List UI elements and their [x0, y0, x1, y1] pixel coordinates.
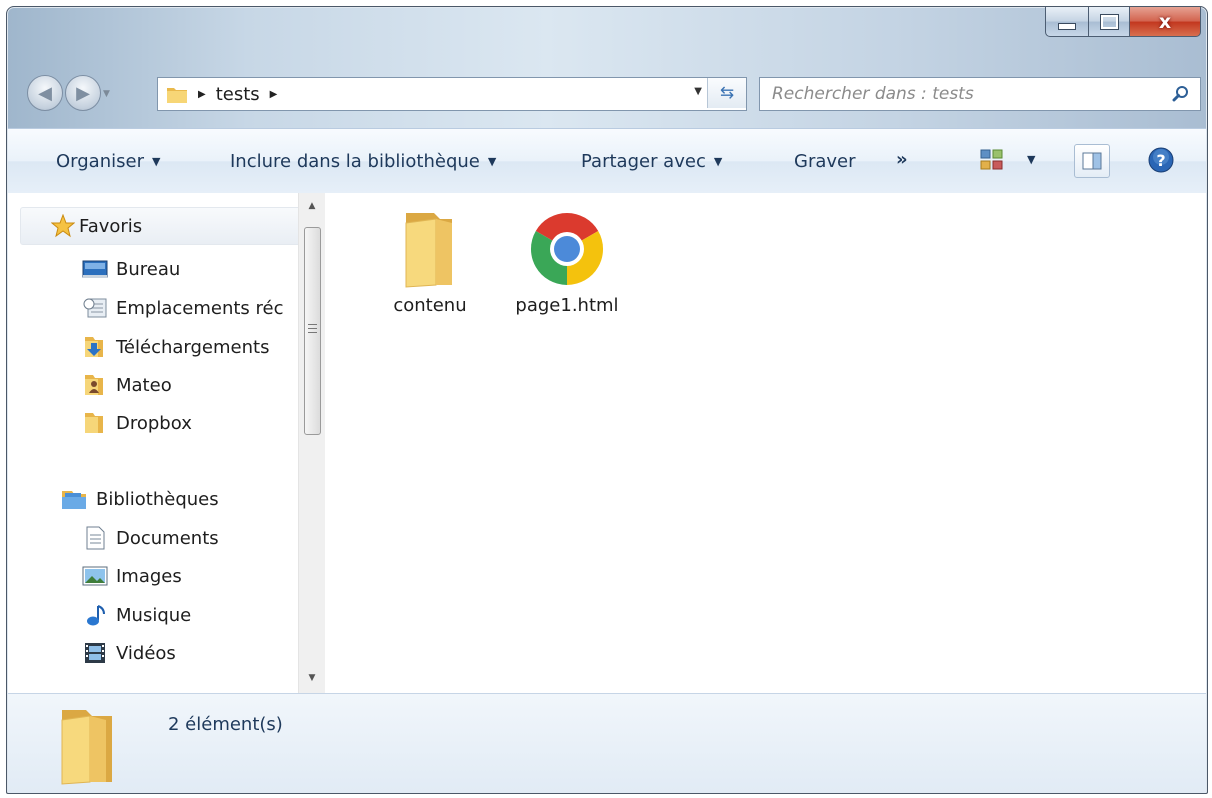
recent-places-icon — [83, 298, 107, 318]
libraries-icon — [62, 491, 86, 509]
sidebar-item-label: Vidéos — [116, 642, 176, 664]
scrollbar-thumb[interactable] — [304, 227, 321, 435]
chevron-down-icon: ▼ — [487, 155, 497, 168]
file-name: page1.html — [515, 295, 619, 316]
include-label: Inclure dans la bibliothèque — [230, 151, 480, 172]
sidebar-item-telechargements[interactable]: Téléchargements — [82, 335, 269, 359]
file-list-area[interactable]: contenu page1.html — [325, 193, 1206, 693]
file-item-html[interactable]: page1.html — [512, 209, 622, 316]
change-view-icon[interactable] — [980, 149, 1004, 171]
images-icon — [82, 566, 108, 586]
forward-arrow-icon: ▶ — [76, 82, 90, 104]
organize-label: Organiser — [56, 151, 144, 172]
sidebar-item-label: Bureau — [116, 259, 181, 280]
caption-buttons: x — [1045, 7, 1201, 37]
navigation-row: ◀ ▶ ▼ ▶ tests ▶ ▼ ⇆ Rechercher dans : te… — [7, 75, 1207, 111]
include-in-library-menu[interactable]: Inclure dans la bibliothèque ▼ — [230, 151, 496, 172]
sidebar-item-label: Dropbox — [116, 412, 192, 434]
sidebar-item-images[interactable]: Images — [82, 565, 182, 587]
folder-icon — [405, 213, 452, 288]
more-commands-button[interactable]: » — [896, 149, 908, 170]
videos-icon — [85, 643, 105, 663]
sidebar-item-label: Images — [116, 565, 182, 587]
burn-button[interactable]: Graver — [794, 151, 856, 172]
chevron-down-icon: ▼ — [713, 155, 723, 168]
help-icon[interactable]: ? — [1148, 147, 1174, 173]
item-count: 2 élément(s) — [168, 714, 283, 735]
maximize-button[interactable] — [1089, 7, 1130, 37]
search-box[interactable]: Rechercher dans : tests — [759, 77, 1201, 111]
downloads-folder-icon — [85, 337, 103, 357]
breadcrumb-tests[interactable]: tests — [216, 84, 260, 105]
recent-pages-button[interactable]: ▼ — [103, 89, 110, 99]
refresh-icon: ⇆ — [719, 83, 735, 103]
scroll-up-arrow-icon[interactable]: ▲ — [299, 201, 325, 211]
close-button[interactable]: x — [1130, 7, 1201, 37]
sidebar-item-dropbox[interactable]: Dropbox — [82, 411, 192, 435]
refresh-button[interactable]: ⇆ — [707, 78, 746, 108]
grip-icon — [308, 324, 317, 336]
chrome-icon — [530, 212, 604, 285]
user-folder-icon — [85, 375, 103, 395]
navigation-pane: Favoris Bureau Emplacements réc Téléchar… — [8, 193, 325, 693]
sidebar-favorites-header[interactable]: Favoris — [20, 207, 302, 245]
sidebar-item-label: Mateo — [116, 374, 172, 396]
svg-text:?: ? — [1156, 151, 1165, 170]
folder-icon — [61, 710, 112, 785]
folder-icon — [85, 413, 103, 433]
sidebar-libraries-header[interactable]: Bibliothèques — [60, 487, 219, 511]
minimize-icon — [1058, 23, 1076, 30]
sidebar-item-label: Musique — [116, 604, 192, 626]
file-name: contenu — [393, 295, 467, 316]
scroll-down-arrow-icon[interactable]: ▼ — [299, 673, 325, 683]
share-label: Partager avec — [581, 151, 706, 172]
preview-pane-icon — [1082, 152, 1102, 170]
sidebar-item-label: Favoris — [79, 215, 143, 237]
sidebar-item-documents[interactable]: Documents — [82, 526, 219, 550]
sidebar-item-musique[interactable]: Musique — [82, 603, 191, 627]
view-options-dropdown-icon[interactable]: ▼ — [1027, 153, 1035, 166]
desktop-icon — [82, 260, 108, 278]
command-bar: Organiser ▼ Inclure dans la bibliothèque ▼… — [8, 128, 1206, 194]
close-icon: x — [1158, 10, 1172, 33]
sidebar-item-label: Documents — [116, 527, 219, 549]
breadcrumb-chevron-icon[interactable]: ▶ — [270, 89, 278, 100]
sidebar-item-label: Bibliothèques — [96, 488, 219, 510]
preview-pane-button[interactable] — [1074, 144, 1110, 178]
forward-button[interactable]: ▶ — [65, 75, 101, 111]
sidebar-item-bureau[interactable]: Bureau — [82, 259, 180, 280]
sidebar-item-label: Téléchargements — [116, 336, 270, 358]
music-icon — [87, 605, 105, 626]
share-with-menu[interactable]: Partager avec ▼ — [581, 151, 722, 172]
sidebar-item-mateo[interactable]: Mateo — [82, 373, 172, 397]
sidebar-item-videos[interactable]: Vidéos — [82, 641, 176, 665]
search-input[interactable]: Rechercher dans : tests — [772, 84, 974, 104]
maximize-icon — [1099, 13, 1119, 30]
title-bar[interactable]: x — [7, 7, 1207, 65]
star-icon — [51, 214, 75, 238]
address-dropdown-icon[interactable]: ▼ — [694, 86, 702, 97]
breadcrumb-chevron-icon[interactable]: ▶ — [198, 89, 206, 100]
back-arrow-icon: ◀ — [38, 82, 52, 104]
explorer-window: x ◀ ▶ ▼ ▶ tests ▶ ▼ ⇆ Rechercher dans : … — [6, 6, 1208, 794]
search-icon[interactable] — [1172, 85, 1190, 103]
sidebar-item-emplacements-recents[interactable]: Emplacements réc — [82, 297, 283, 319]
status-bar: 2 élément(s) — [8, 693, 1206, 793]
chevron-down-icon: ▼ — [151, 155, 161, 168]
folder-icon — [167, 88, 187, 103]
address-bar[interactable]: ▶ tests ▶ ▼ ⇆ — [157, 77, 747, 111]
sidebar-item-label: Emplacements réc — [116, 297, 284, 319]
minimize-button[interactable] — [1045, 7, 1089, 37]
organize-menu[interactable]: Organiser ▼ — [56, 151, 160, 172]
documents-icon — [86, 526, 105, 550]
back-button[interactable]: ◀ — [27, 75, 63, 111]
sidebar-scrollbar[interactable]: ▲ ▼ — [298, 193, 325, 693]
file-item-folder[interactable]: contenu — [375, 209, 485, 316]
